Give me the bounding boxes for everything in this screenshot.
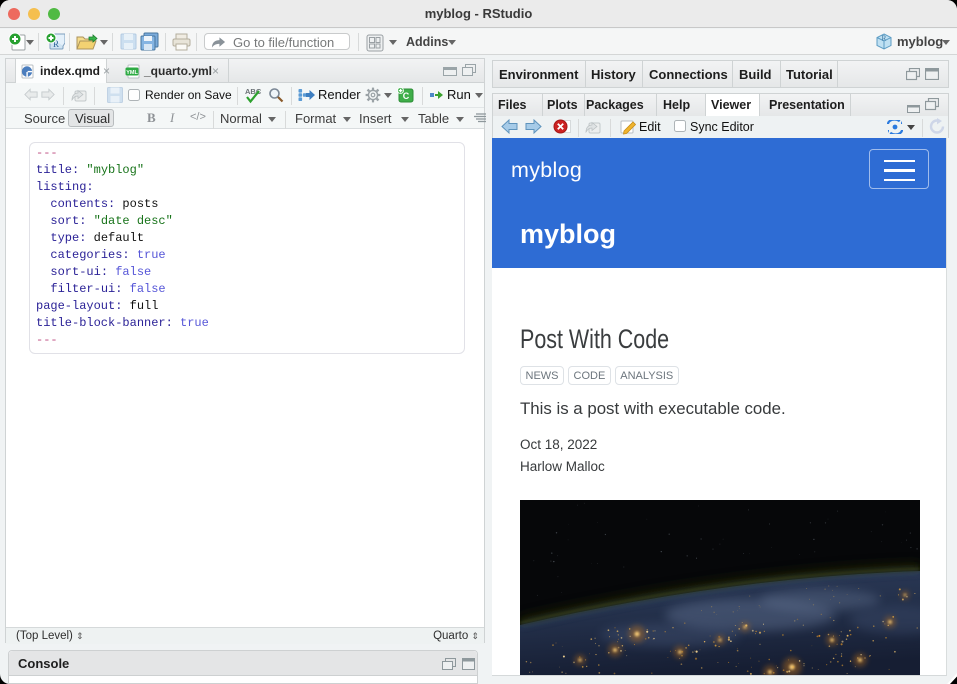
svg-text:YML: YML <box>126 70 138 76</box>
svg-text:C: C <box>403 91 410 101</box>
svg-text:R: R <box>882 35 887 43</box>
